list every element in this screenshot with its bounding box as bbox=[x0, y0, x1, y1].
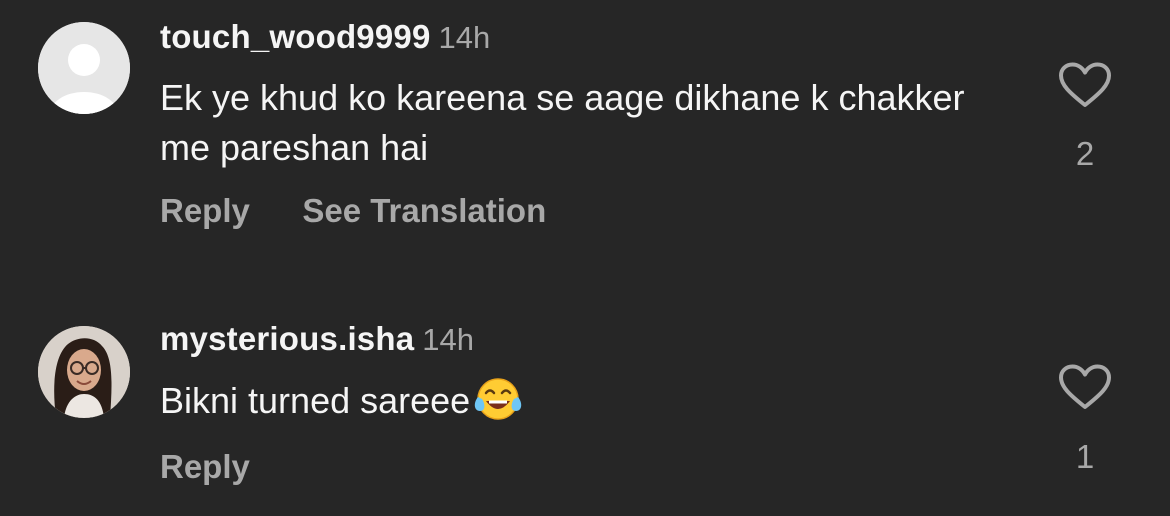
face-with-tears-of-joy-icon bbox=[472, 375, 524, 434]
reply-button[interactable]: Reply bbox=[160, 192, 250, 230]
profile-photo bbox=[38, 326, 130, 418]
username[interactable]: mysterious.isha bbox=[160, 320, 414, 357]
heart-icon[interactable] bbox=[1058, 62, 1112, 108]
reply-button[interactable]: Reply bbox=[160, 448, 250, 486]
like-count: 2 bbox=[1075, 135, 1095, 172]
timestamp: 14h bbox=[422, 322, 475, 357]
comment-text: Bikni turned sareee bbox=[160, 380, 471, 421]
comment-item: mysterious.isha 14h Bikni turned sareee R… bbox=[0, 300, 1170, 516]
default-avatar-icon bbox=[38, 22, 130, 114]
timestamp: 14h bbox=[438, 20, 491, 55]
see-translation-button[interactable]: See Translation bbox=[302, 192, 546, 230]
like-count: 1 bbox=[1075, 438, 1095, 475]
comment-actions: Reply See Translation bbox=[160, 192, 594, 230]
comment-text: Ek ye khud ko kareena se aage dikhane k … bbox=[160, 77, 965, 168]
comment-item: touch_wood9999 14h Ek ye khud ko kareena … bbox=[0, 0, 1170, 280]
username[interactable]: touch_wood9999 bbox=[160, 18, 431, 55]
heart-icon[interactable] bbox=[1058, 364, 1112, 410]
avatar[interactable] bbox=[38, 22, 130, 114]
comment-actions: Reply bbox=[160, 448, 298, 486]
avatar[interactable] bbox=[38, 326, 130, 418]
comment-text-row: Bikni turned sareee bbox=[160, 375, 1020, 434]
